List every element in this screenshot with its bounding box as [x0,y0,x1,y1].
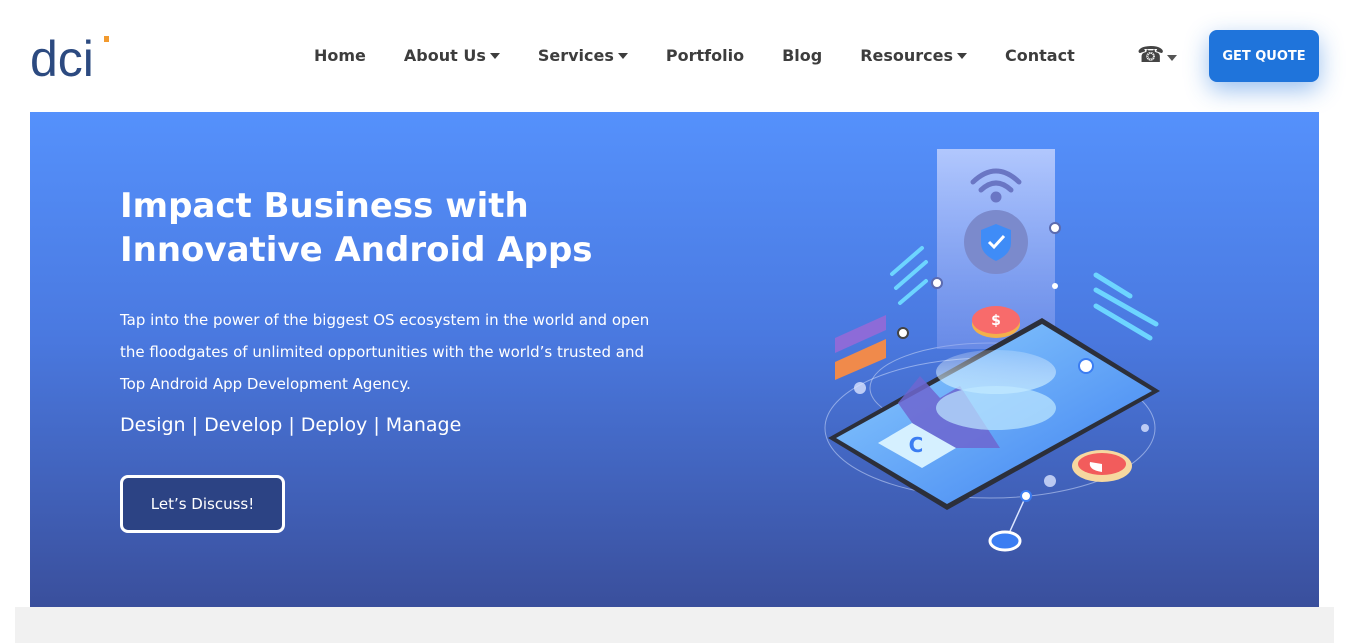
nav-item-blog[interactable]: Blog [782,46,822,65]
hero-description: Tap into the power of the biggest OS eco… [120,304,660,400]
get-quote-button[interactable]: GET QUOTE [1209,30,1319,82]
stripes-decoration-right [1093,272,1159,341]
caret-down-icon [1167,55,1178,61]
nav-label: Services [537,46,614,65]
node-dot [931,277,943,289]
nav-label: Home [314,46,366,65]
node-dot [1078,358,1094,374]
nav-item-about-us[interactable]: About Us [404,46,500,65]
hero-title: Impact Business with Innovative Android … [120,184,640,272]
caret-down-icon [617,53,628,59]
node-dot [1020,490,1032,502]
stripes-decoration-left [890,246,928,305]
lets-discuss-button[interactable]: Let’s Discuss! [120,475,285,533]
node-dot [1052,283,1058,289]
logo-text: dci [30,32,94,80]
decor-dot [1141,424,1149,432]
dollar-icon: $ [991,313,1001,329]
phone-icon: ☎ [1137,42,1165,67]
hero-title-line-1: Impact Business with [120,186,529,226]
nav-label: Blog [782,46,823,65]
dci-logo[interactable]: dci [30,31,112,87]
nav-label: Contact [1005,46,1075,65]
caret-down-icon [957,53,968,59]
nav-item-services[interactable]: Services [538,46,628,65]
node-dot [1049,222,1061,234]
caret-down-icon [489,53,500,59]
nav-item-resources[interactable]: Resources [860,46,968,65]
nav-label: Portfolio [665,46,745,65]
site-header: dci Home About Us Services Portfolio Blo… [0,0,1366,112]
decor-dot [1044,475,1056,487]
hero-title-line-2: Innovative Android Apps [120,230,593,270]
nav-item-home[interactable]: Home [314,46,366,65]
decor-dot [854,382,866,394]
hero-description-line-1: Tap into the power of the biggest OS eco… [120,311,650,329]
nav-item-portfolio[interactable]: Portfolio [666,46,744,65]
hero-description-line-2: the floodgates of unlimited opportunitie… [120,343,644,361]
node-dot [897,327,909,339]
nav-label: Resources [860,46,954,65]
phone-dropdown[interactable]: ☎ [1137,42,1178,67]
hero-banner: Impact Business with Innovative Android … [30,112,1319,607]
hero-tagline: Design | Develop | Deploy | Manage [120,414,462,436]
app-logo-icon: C [909,433,924,457]
smartphone-illustration: $ C [800,148,1180,558]
nav-label: About Us [403,46,486,65]
target-icon [988,530,1022,552]
main-nav: Home About Us Services Portfolio Blog Re… [314,46,1113,65]
section-divider-strip [15,607,1334,643]
nav-item-contact[interactable]: Contact [1005,46,1075,65]
hologram-disc [936,386,1056,430]
hero-description-line-3: Top Android App Development Agency. [120,375,411,393]
logo-dot-accent [104,36,109,42]
